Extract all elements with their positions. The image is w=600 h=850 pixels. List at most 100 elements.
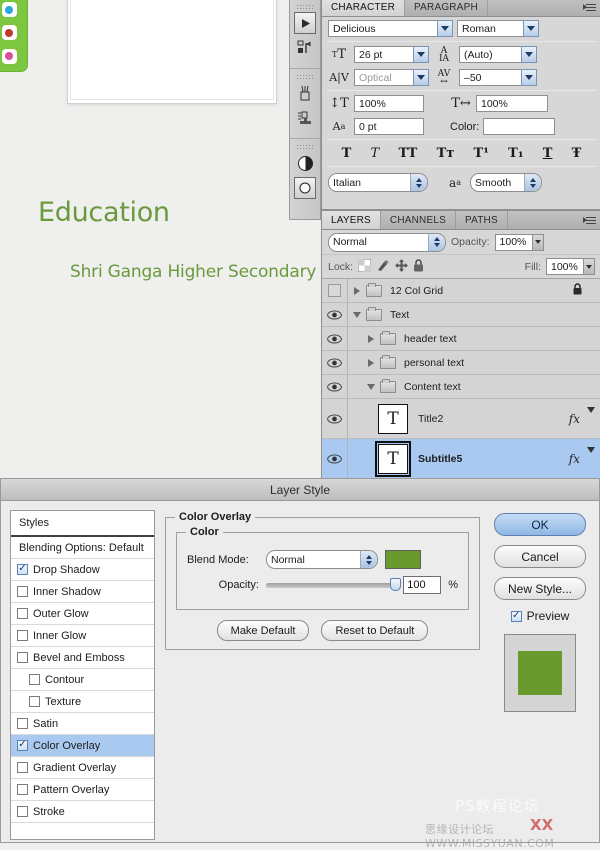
blend-mode-value[interactable]: Normal bbox=[329, 233, 428, 251]
layer-name[interactable]: header text bbox=[404, 333, 457, 345]
superscript-button[interactable]: T¹ bbox=[474, 146, 489, 161]
chevron-down-icon-4[interactable] bbox=[521, 46, 537, 63]
font-style-value[interactable]: Roman bbox=[457, 20, 523, 37]
ok-button[interactable]: OK bbox=[494, 513, 586, 536]
visibility-toggle[interactable] bbox=[322, 327, 348, 350]
checkbox-satin[interactable] bbox=[17, 718, 28, 729]
make-default-button[interactable]: Make Default bbox=[216, 620, 310, 641]
font-style-combo[interactable]: Roman bbox=[457, 20, 539, 37]
text-color-swatch[interactable] bbox=[483, 118, 556, 135]
chevron-down-icon-3[interactable] bbox=[413, 46, 429, 63]
baseline-shift-value[interactable]: 0 pt bbox=[354, 118, 424, 135]
table-row[interactable]: header text bbox=[322, 327, 600, 351]
layer-list[interactable]: 12 Col Grid Text header text personal te… bbox=[322, 278, 600, 479]
table-row[interactable]: T Title2 fx bbox=[322, 399, 600, 439]
floating-green-widget[interactable] bbox=[0, 0, 28, 72]
list-item-pattern-overlay[interactable]: Pattern Overlay bbox=[11, 779, 154, 801]
antialias-select[interactable]: Smooth bbox=[470, 173, 542, 192]
horizontal-scale-value[interactable]: 100% bbox=[476, 95, 548, 112]
layer-name[interactable]: Content text bbox=[404, 381, 461, 393]
layer-style-dialog[interactable]: Layer Style Styles Blending Options: Def… bbox=[0, 478, 600, 843]
tracking-combo[interactable]: –50 bbox=[459, 69, 537, 86]
checkbox-drop-shadow[interactable]: ✓ bbox=[17, 564, 28, 575]
visibility-toggle[interactable] bbox=[322, 439, 348, 478]
tab-layers[interactable]: LAYERS bbox=[322, 211, 381, 229]
layer-name[interactable]: Subtitle5 bbox=[418, 453, 462, 465]
opacity-chevron-icon[interactable] bbox=[532, 233, 544, 251]
document-canvas[interactable] bbox=[70, 0, 274, 100]
fill-value[interactable]: 100% bbox=[546, 258, 584, 275]
chevron-down-icon-5[interactable] bbox=[413, 69, 429, 86]
character-panel[interactable]: CHARACTER PARAGRAPH Delicious Roman TT 2… bbox=[321, 0, 600, 210]
list-item-texture[interactable]: Texture bbox=[11, 691, 154, 713]
list-item-drop-shadow[interactable]: ✓ Drop Shadow bbox=[11, 559, 154, 581]
play-button-icon[interactable] bbox=[294, 12, 316, 34]
visibility-toggle[interactable] bbox=[322, 399, 348, 438]
blend-mode-select[interactable]: Normal bbox=[328, 232, 446, 252]
layer-thumbnail[interactable]: T bbox=[375, 440, 411, 477]
adjustments-icon[interactable] bbox=[294, 152, 316, 174]
opacity-value[interactable]: 100% bbox=[494, 233, 533, 251]
tab-paragraph[interactable]: PARAGRAPH bbox=[405, 0, 488, 16]
widget-icon-blue[interactable] bbox=[1, 2, 17, 18]
lock-image-icon[interactable] bbox=[376, 259, 390, 275]
fx-expand-arrow-icon[interactable] bbox=[587, 406, 595, 425]
dock-grip-icon-3[interactable] bbox=[296, 144, 314, 149]
fx-badge-icon[interactable]: fx bbox=[569, 452, 580, 466]
collapse-arrow-icon[interactable] bbox=[348, 311, 366, 318]
opacity-slider[interactable] bbox=[266, 577, 402, 591]
checkbox-stroke[interactable] bbox=[17, 806, 28, 817]
table-row[interactable]: 12 Col Grid bbox=[322, 279, 600, 303]
checkbox-contour[interactable] bbox=[29, 674, 40, 685]
document-canvas-area[interactable]: Education Shri Ganga Higher Secondary bbox=[0, 0, 330, 478]
leading-value[interactable]: (Auto) bbox=[459, 46, 521, 63]
brushes-icon[interactable] bbox=[294, 82, 316, 104]
fill-chevron-icon[interactable] bbox=[584, 258, 595, 275]
underline-button[interactable]: T bbox=[543, 146, 553, 161]
dock-grip-icon[interactable] bbox=[296, 4, 314, 9]
tool-presets-icon[interactable] bbox=[294, 107, 316, 129]
expand-arrow-icon[interactable] bbox=[348, 286, 366, 295]
layer-name[interactable]: Text bbox=[390, 309, 409, 321]
checkbox-bevel-and-emboss[interactable] bbox=[17, 652, 28, 663]
checkbox-texture[interactable] bbox=[29, 696, 40, 707]
blend-mode-stepper-icon[interactable] bbox=[428, 233, 445, 251]
checkbox-preview[interactable]: ✓ bbox=[510, 610, 522, 622]
language-select[interactable]: Italian bbox=[328, 173, 428, 192]
canvas-subtitle-text[interactable]: Shri Ganga Higher Secondary bbox=[70, 262, 316, 282]
language-value[interactable]: Italian bbox=[329, 174, 410, 191]
list-item-bevel-and-emboss[interactable]: Bevel and Emboss bbox=[11, 647, 154, 669]
subscript-button[interactable]: T₁ bbox=[508, 146, 523, 161]
font-family-value[interactable]: Delicious bbox=[328, 20, 437, 37]
layer-thumbnail[interactable]: T bbox=[378, 403, 408, 434]
antialias-stepper-icon[interactable] bbox=[524, 174, 541, 191]
chevron-down-icon[interactable] bbox=[437, 20, 453, 37]
tracking-value[interactable]: –50 bbox=[459, 69, 521, 86]
dialog-title-bar[interactable]: Layer Style bbox=[1, 479, 599, 501]
blend-mode-stepper-icon[interactable] bbox=[360, 551, 377, 568]
list-item-contour[interactable]: Contour bbox=[11, 669, 154, 691]
checkbox-gradient-overlay[interactable] bbox=[17, 762, 28, 773]
widget-icon-red[interactable] bbox=[1, 25, 17, 41]
list-item-inner-shadow[interactable]: Inner Shadow bbox=[11, 581, 154, 603]
canvas-title-text[interactable]: Education bbox=[38, 197, 170, 228]
visibility-toggle[interactable] bbox=[322, 375, 348, 398]
expand-arrow-icon[interactable] bbox=[362, 334, 380, 343]
chevron-down-icon-2[interactable] bbox=[523, 20, 539, 37]
visibility-toggle[interactable] bbox=[322, 279, 348, 302]
lock-all-icon[interactable] bbox=[413, 258, 424, 275]
list-item-inner-glow[interactable]: Inner Glow bbox=[11, 625, 154, 647]
reset-to-default-button[interactable]: Reset to Default bbox=[321, 620, 429, 641]
leading-combo[interactable]: (Auto) bbox=[459, 46, 537, 63]
opacity-slider-handle[interactable] bbox=[390, 577, 402, 591]
tab-paths[interactable]: PATHS bbox=[456, 211, 508, 229]
table-row[interactable]: T Subtitle5 fx bbox=[322, 439, 600, 479]
strikethrough-button[interactable]: Ŧ bbox=[572, 146, 582, 161]
widget-icon-pink[interactable] bbox=[1, 48, 17, 64]
checkbox-pattern-overlay[interactable] bbox=[17, 784, 28, 795]
list-item-color-overlay[interactable]: ✓ Color Overlay bbox=[11, 735, 154, 757]
checkbox-inner-shadow[interactable] bbox=[17, 586, 28, 597]
all-caps-button[interactable]: TT bbox=[398, 146, 417, 161]
layer-name[interactable]: Title2 bbox=[418, 413, 443, 425]
font-size-value[interactable]: 26 pt bbox=[354, 46, 413, 63]
